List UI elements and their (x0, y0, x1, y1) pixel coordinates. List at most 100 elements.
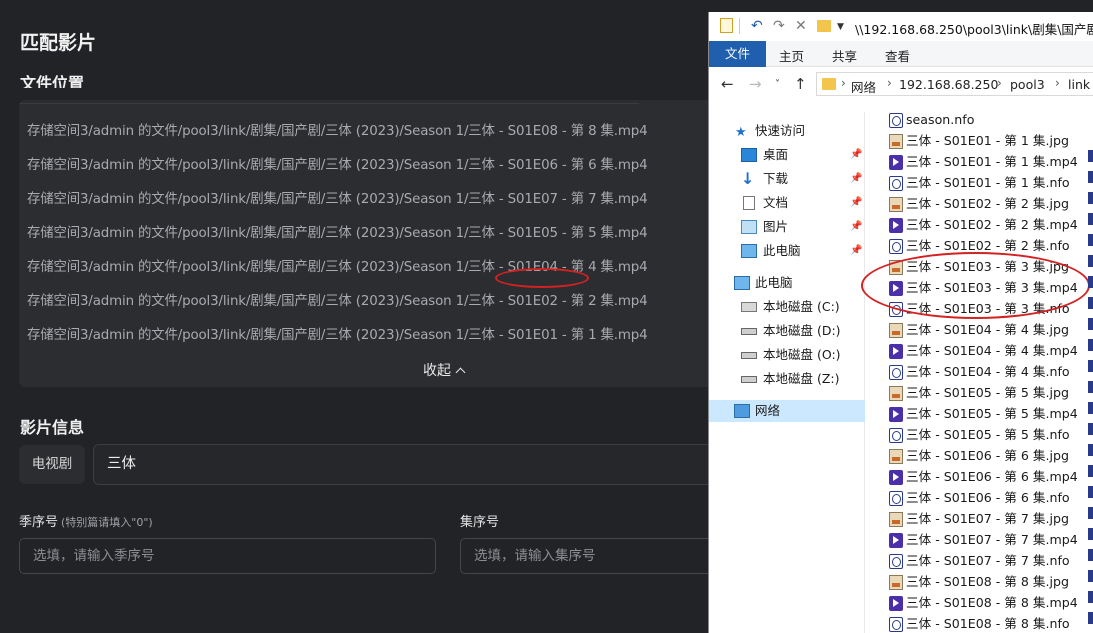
pin-icon[interactable]: 📌 (850, 168, 862, 190)
nav-drive-c[interactable]: 本地磁盘 (C:) (709, 296, 865, 318)
jpg-file-icon (889, 134, 903, 149)
file-item[interactable]: 三体 - S01E05 - 第 5 集.jpg (885, 383, 1093, 403)
nav-drive-d[interactable]: 本地磁盘 (D:) (709, 320, 865, 342)
nav-network[interactable]: 网络 (709, 400, 865, 422)
nav-this-pc-pinned[interactable]: 此电脑 📌 (709, 240, 865, 262)
file-item[interactable]: 三体 - S01E07 - 第 7 集.jpg (885, 509, 1093, 529)
new-folder-icon[interactable] (817, 20, 831, 32)
tab-file[interactable]: 文件 (709, 41, 766, 67)
nav-drive-z[interactable]: 本地磁盘 (Z:) (709, 368, 865, 390)
breadcrumb-host[interactable]: 192.168.68.250 (899, 77, 998, 92)
season-hint: (特别篇请填入"0") (61, 516, 153, 529)
file-path-row: 存储空间3/admin 的文件/pool3/link/剧集/国产剧/三体 (20… (27, 124, 648, 139)
media-type-selector[interactable]: 电视剧 (19, 445, 85, 484)
nav-desktop[interactable]: 桌面 📌 (709, 144, 865, 166)
cut-off-column (1088, 150, 1093, 633)
jpg-file-icon (889, 449, 903, 464)
customize-toolbar-icon[interactable]: ▼ (837, 22, 844, 32)
file-item[interactable]: 三体 - S01E05 - 第 5 集.nfo (885, 425, 1093, 445)
file-item[interactable]: 三体 - S01E08 - 第 8 集.jpg (885, 572, 1093, 592)
properties-icon[interactable] (720, 18, 733, 33)
tab-view[interactable]: 查看 (885, 46, 910, 65)
breadcrumb-network[interactable]: 网络 (851, 77, 876, 96)
document-icon (743, 196, 755, 210)
file-name: 三体 - S01E06 - 第 6 集.nfo (906, 490, 1070, 505)
nav-this-pc[interactable]: 此电脑 (709, 272, 865, 294)
tab-share[interactable]: 共享 (832, 46, 857, 65)
file-item[interactable]: 三体 - S01E06 - 第 6 集.nfo (885, 488, 1093, 508)
file-item[interactable]: 三体 - S01E04 - 第 4 集.mp4 (885, 341, 1093, 361)
file-name: 三体 - S01E08 - 第 8 集.nfo (906, 616, 1070, 631)
file-item[interactable]: 三体 - S01E08 - 第 8 集.mp4 (885, 593, 1093, 613)
file-item[interactable]: 三体 - S01E06 - 第 6 集.mp4 (885, 467, 1093, 487)
file-item[interactable]: 三体 - S01E01 - 第 1 集.jpg (885, 131, 1093, 151)
nav-quick-access[interactable]: ★ 快速访问 (709, 120, 865, 142)
window-title-path: \\192.168.68.250\pool3\link\剧集\国产剧\ (855, 22, 1093, 37)
pin-icon[interactable]: 📌 (850, 240, 862, 262)
file-item[interactable]: 三体 - S01E07 - 第 7 集.mp4 (885, 530, 1093, 550)
chevron-up-icon (455, 367, 466, 378)
cut-off-icon (1088, 486, 1093, 498)
nav-documents[interactable]: 文档 📌 (709, 192, 865, 214)
file-item[interactable]: 三体 - S01E01 - 第 1 集.nfo (885, 173, 1093, 193)
jpg-file-icon (889, 386, 903, 401)
file-item[interactable]: 三体 - S01E02 - 第 2 集.jpg (885, 194, 1093, 214)
file-item[interactable]: 三体 - S01E04 - 第 4 集.nfo (885, 362, 1093, 382)
cut-off-icon (1088, 444, 1093, 456)
file-item[interactable]: 三体 - S01E06 - 第 6 集.jpg (885, 446, 1093, 466)
cut-off-icon (1088, 591, 1093, 603)
nav-label: 桌面 (763, 147, 789, 162)
file-item[interactable]: 三体 - S01E07 - 第 7 集.nfo (885, 551, 1093, 571)
file-item[interactable]: 三体 - S01E08 - 第 8 集.nfo (885, 614, 1093, 633)
file-item[interactable]: season.nfo (885, 110, 1093, 130)
forward-arrow-icon[interactable]: → (749, 75, 762, 93)
file-name: 三体 - S01E01 - 第 1 集.jpg (906, 133, 1069, 148)
nav-downloads[interactable]: ↓ 下载 📌 (709, 168, 865, 190)
cut-off-icon (1088, 276, 1093, 288)
pin-icon[interactable]: 📌 (850, 192, 862, 214)
red-annotation-circle (861, 252, 1090, 319)
windows-drive-icon (741, 302, 757, 312)
recent-locations-icon[interactable]: ˅ (775, 79, 780, 90)
up-arrow-icon[interactable]: ↑ (794, 75, 807, 93)
pin-icon[interactable]: 📌 (850, 216, 862, 238)
download-icon: ↓ (741, 169, 755, 188)
nav-pictures[interactable]: 图片 📌 (709, 216, 865, 238)
cut-off-icon (1088, 213, 1093, 225)
file-name: 三体 - S01E08 - 第 8 集.jpg (906, 574, 1069, 589)
file-item[interactable]: 三体 - S01E04 - 第 4 集.jpg (885, 320, 1093, 340)
nav-label: 本地磁盘 (O:) (763, 347, 841, 362)
cut-off-icon (1088, 192, 1093, 204)
breadcrumb-link[interactable]: link (1068, 77, 1090, 92)
file-name: 三体 - S01E04 - 第 4 集.jpg (906, 322, 1069, 337)
nfo-file-icon (889, 554, 903, 569)
undo-icon[interactable]: ↶ (751, 18, 763, 34)
nav-drive-o[interactable]: 本地磁盘 (O:) (709, 344, 865, 366)
file-item[interactable]: 三体 - S01E02 - 第 2 集.mp4 (885, 215, 1093, 235)
file-location-list[interactable]: 存储空间3/admin 的文件/pool3/link/剧集/国产剧/三体 (20… (19, 100, 719, 387)
collapse-label: 收起 (423, 363, 451, 379)
title-input[interactable]: 三体 (93, 444, 733, 485)
cut-off-icon (1088, 318, 1093, 330)
season-input[interactable]: 选填，请输入季序号 (19, 538, 436, 574)
breadcrumb-pool3[interactable]: pool3 (1010, 77, 1045, 92)
file-item[interactable]: 三体 - S01E01 - 第 1 集.mp4 (885, 152, 1093, 172)
back-arrow-icon[interactable]: ← (721, 75, 734, 93)
file-name: season.nfo (906, 112, 975, 127)
picture-icon (741, 220, 757, 234)
network-icon (734, 404, 750, 418)
nfo-file-icon (889, 176, 903, 191)
nfo-file-icon (889, 239, 903, 254)
redo-icon[interactable]: ↷ (773, 18, 785, 34)
episode-input[interactable]: 选填，请输入集序号 (460, 538, 720, 574)
tab-home[interactable]: 主页 (779, 46, 804, 65)
delete-icon[interactable]: ✕ (795, 18, 807, 34)
pin-icon[interactable]: 📌 (850, 144, 862, 166)
nfo-file-icon (889, 365, 903, 380)
file-name: 三体 - S01E02 - 第 2 集.jpg (906, 196, 1069, 211)
file-location-heading: 文件位置 (20, 74, 220, 88)
file-item[interactable]: 三体 - S01E05 - 第 5 集.mp4 (885, 404, 1093, 424)
computer-icon (734, 276, 750, 290)
collapse-button[interactable]: 收起 (423, 360, 466, 380)
address-bar[interactable]: › 网络 › 192.168.68.250 › pool3 › link (816, 72, 1093, 96)
